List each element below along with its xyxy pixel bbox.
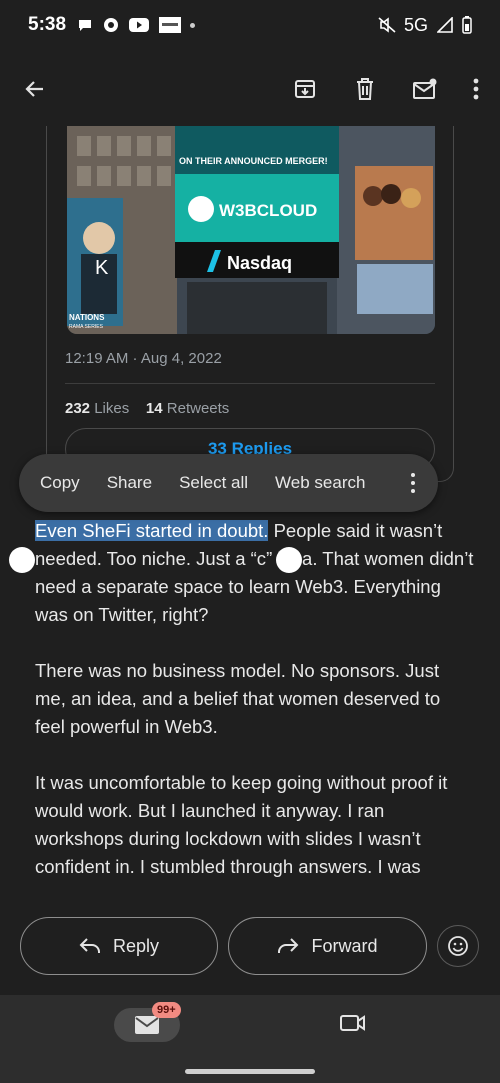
forward-label: Forward — [311, 935, 378, 956]
likes-label: Likes — [94, 400, 130, 417]
video-icon — [340, 1015, 365, 1031]
image-brand-text: W3BCLOUD — [219, 201, 317, 220]
email-body[interactable]: Even SheFi started in doubt. People said… — [35, 517, 475, 909]
network-label: 5G — [403, 14, 428, 35]
body-paragraph-3: It was uncomfortable to keep going witho… — [35, 772, 448, 877]
retweets-count: 14 — [145, 400, 163, 417]
forward-icon — [278, 938, 299, 953]
signal-icon — [436, 17, 454, 33]
back-arrow-icon[interactable] — [18, 72, 52, 106]
app-bar — [0, 58, 500, 120]
likes-count: 232 — [65, 400, 91, 417]
gesture-bar — [185, 1069, 315, 1074]
youtube-icon — [128, 17, 150, 33]
mail-badge: 99+ — [152, 1002, 181, 1018]
bottom-nav: 99+ — [0, 995, 500, 1083]
reply-bar: Reply Forward — [0, 900, 500, 995]
image-banner-text: ON THEIR ANNOUNCED MERGER! — [179, 156, 328, 166]
tweet-divider — [65, 383, 435, 384]
selection-handle-end[interactable] — [276, 547, 302, 573]
reply-button[interactable]: Reply — [20, 917, 218, 975]
battery-icon — [462, 16, 472, 34]
reply-icon — [79, 938, 100, 953]
image-left-caption-2: RAMA SERIES — [69, 324, 104, 330]
image-exchange-text: Nasdaq — [227, 253, 292, 273]
status-left-icons — [76, 17, 196, 33]
chat-bubble-icon — [76, 17, 94, 33]
body-paragraph-2: There was no business model. No sponsors… — [35, 660, 441, 737]
delete-icon[interactable] — [350, 74, 380, 104]
tweet-image[interactable]: K NATIONS RAMA SERIES ON THEIR ANNOUNCED… — [67, 126, 435, 334]
tweet-timestamp: 12:19 AM · Aug 4, 2022 — [65, 350, 222, 367]
more-vert-icon[interactable] — [470, 74, 482, 104]
app-bar-actions — [290, 74, 482, 104]
mail-icon — [135, 1016, 159, 1034]
tweet-card[interactable]: K NATIONS RAMA SERIES ON THEIR ANNOUNCED… — [46, 126, 454, 482]
image-left-caption-1: NATIONS — [69, 313, 105, 322]
share-button[interactable]: Share — [107, 473, 152, 493]
reply-label: Reply — [112, 935, 160, 956]
text-selection-toolbar: Copy Share Select all Web search — [19, 454, 438, 512]
status-right: 5G — [378, 15, 472, 36]
web-search-button[interactable]: Web search — [275, 473, 365, 493]
image-left-letter: K — [95, 257, 109, 279]
status-time: 5:38 — [28, 14, 67, 35]
mighty-app-icon — [158, 17, 182, 33]
select-all-button[interactable]: Select all — [179, 473, 248, 493]
body-paragraph-1[interactable]: Even SheFi started in doubt. People said… — [35, 517, 475, 629]
dot-icon — [190, 22, 196, 28]
more-vert-icon[interactable] — [408, 473, 418, 493]
selected-text[interactable]: Even SheFi started in doubt. — [35, 520, 269, 541]
archive-icon[interactable] — [290, 74, 320, 104]
mark-unread-icon[interactable] — [410, 74, 440, 104]
selection-handle-start[interactable] — [9, 547, 35, 573]
body-fade — [0, 880, 500, 900]
nav-meet-tab[interactable] — [340, 1013, 366, 1038]
retweets-label: Retweets — [166, 400, 230, 417]
emoji-reaction-icon[interactable] — [437, 925, 479, 967]
tweet-stats: 232 Likes 14 Retweets — [65, 400, 229, 417]
copy-button[interactable]: Copy — [40, 473, 80, 493]
status-bar: 5:38 5G — [0, 0, 500, 50]
mute-icon — [378, 17, 396, 33]
forward-button[interactable]: Forward — [228, 917, 427, 975]
chrome-icon — [102, 17, 120, 33]
